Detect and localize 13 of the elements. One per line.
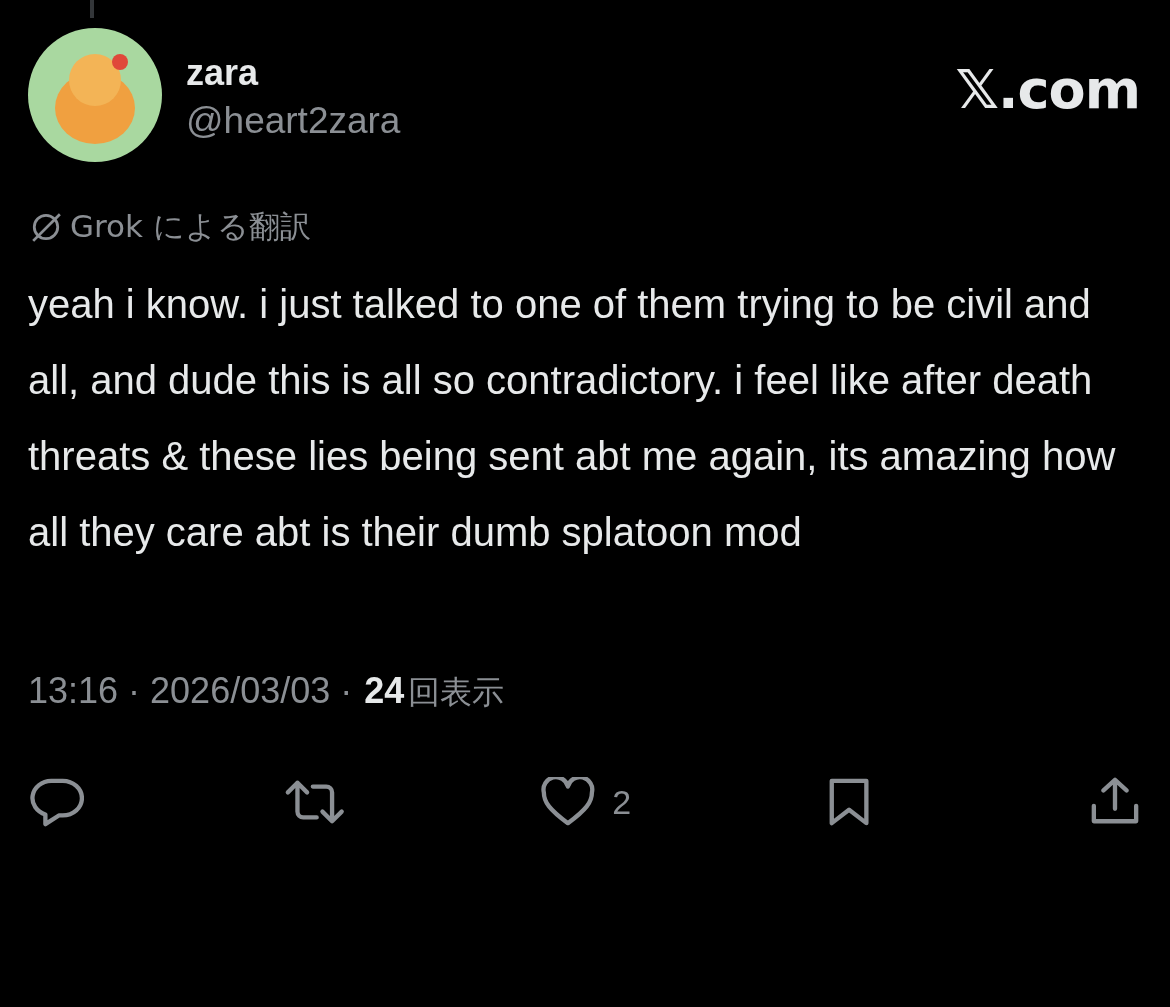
author-handle[interactable]: @heart2zara [186, 96, 401, 146]
post-text: yeah i know. i just talked to one of them trying to be civil and all, and dude this is all so contradictory. i feel like after death threats & these lies being sent abt me again, its amazing how all they care abt is their dumb splatoon mod [28, 281, 1117, 556]
translation-label[interactable]: Grok による翻訳 [70, 206, 311, 248]
views-label: 回表示 [408, 672, 505, 713]
avatar[interactable] [28, 28, 162, 162]
author-name[interactable]: zara [186, 50, 401, 96]
source-label: 𝕏.com [955, 58, 1140, 121]
translate-icon [30, 211, 62, 243]
heart-icon[interactable] [540, 777, 597, 827]
post-timestamp[interactable]: 13:16 · 2026/03/03 · [28, 670, 353, 712]
like-count: 2 [612, 782, 632, 822]
reply-icon[interactable] [30, 777, 84, 827]
view-count: 24 [364, 670, 405, 712]
